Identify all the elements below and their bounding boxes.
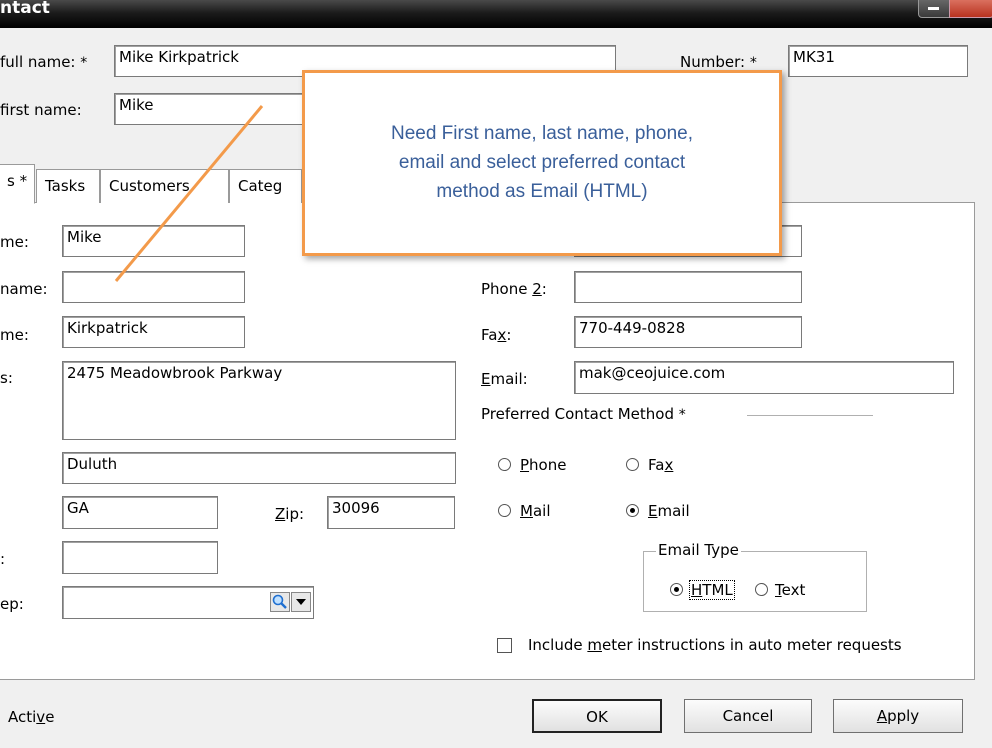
- callout-line-3: method as Email (HTML): [436, 181, 648, 202]
- callout-line-1: Need First name, last name, phone,: [390, 123, 694, 144]
- annotation-callout: Need First name, last name, phone, email…: [302, 70, 782, 256]
- callout-line-2: email and select preferred contact: [398, 152, 686, 173]
